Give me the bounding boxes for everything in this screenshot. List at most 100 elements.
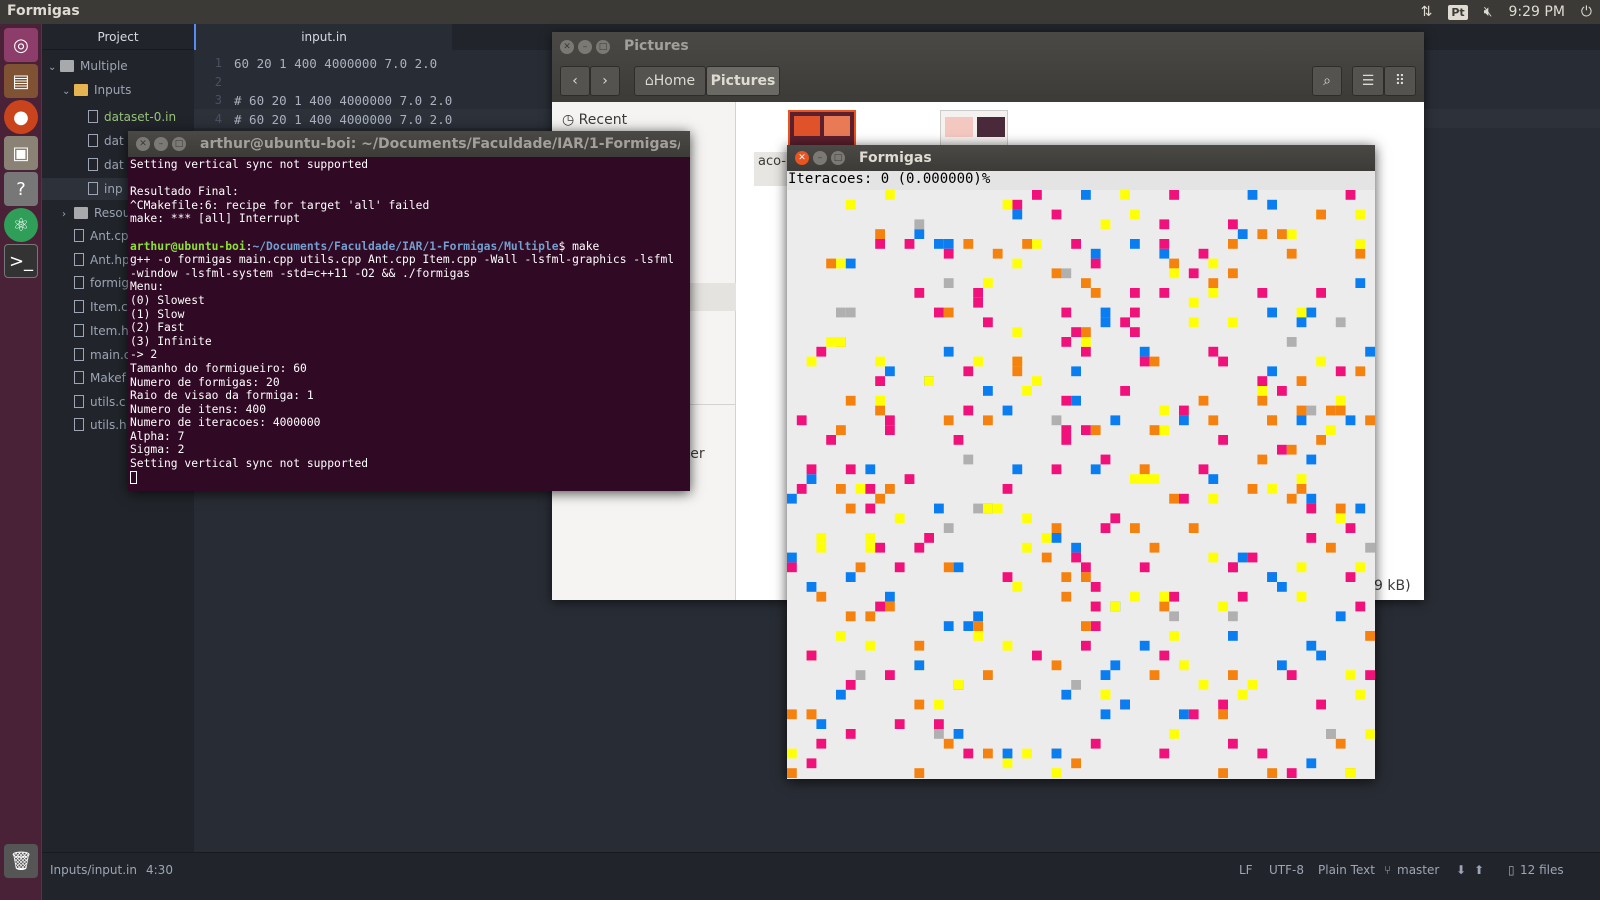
tree-item[interactable]: ⌄ Inputs <box>62 79 131 101</box>
terminal-titlebar[interactable]: ✕ – □ arthur@ubuntu-boi: ~/Documents/Fac… <box>128 131 690 157</box>
file-icon <box>74 300 84 313</box>
grid-item <box>1012 199 1023 210</box>
expand-arrow-icon[interactable]: ⌄ <box>48 57 60 79</box>
tree-item[interactable]: ⌄ Multiple <box>48 55 128 77</box>
forward-button[interactable]: › <box>590 66 620 96</box>
breadcrumb-pictures[interactable]: Pictures <box>706 66 780 96</box>
grid-item <box>1051 209 1062 220</box>
minimize-button[interactable]: – <box>154 137 168 151</box>
help-icon[interactable]: ? <box>4 172 38 206</box>
tree-item[interactable]: utils.c <box>62 391 126 413</box>
atom-editor-icon[interactable]: ⚛ <box>4 208 38 242</box>
grid-item <box>934 729 944 739</box>
grid-item <box>1365 729 1375 739</box>
tree-item[interactable]: dat <box>76 154 124 176</box>
code-line[interactable]: # 60 20 1 400 4000000 7.0 2.0 <box>234 93 452 108</box>
files-titlebar[interactable]: ✕ – □ Pictures ‹ › ⌂Home Pictures ⌕ ☰ ⠿ <box>552 32 1424 102</box>
grid-item <box>983 317 993 328</box>
grid-view-icon[interactable]: ⠿ <box>1384 66 1416 96</box>
grid-item <box>1326 425 1336 435</box>
line-ending[interactable]: LF <box>1239 863 1253 877</box>
network-icon[interactable]: ⇅ <box>1421 4 1433 20</box>
tree-item[interactable]: utils.h <box>62 414 127 436</box>
grid-item <box>1286 444 1297 455</box>
tree-item[interactable]: dataset-0.in <box>76 106 176 128</box>
back-button[interactable]: ‹ <box>560 66 590 96</box>
grid-item <box>806 464 817 475</box>
files-app-icon[interactable]: ▤ <box>4 64 38 98</box>
software-center-icon[interactable]: ▣ <box>4 136 38 170</box>
firefox-icon[interactable]: ● <box>4 100 38 134</box>
tree-header[interactable]: Project <box>42 24 194 50</box>
push-icon[interactable]: ⬆ <box>1474 863 1484 877</box>
terminal-output[interactable]: Setting vertical sync not supported Resu… <box>130 158 674 485</box>
cursor-position[interactable]: 4:30 <box>146 863 173 877</box>
minimize-button[interactable]: – <box>578 40 592 54</box>
list-view-icon[interactable]: ☰ <box>1352 66 1384 96</box>
keyboard-layout-indicator[interactable]: Pt <box>1448 4 1468 20</box>
tree-item[interactable]: formig <box>62 272 129 294</box>
clock[interactable]: 9:29 PM <box>1509 4 1565 20</box>
grid-item <box>1012 366 1023 377</box>
grid-item <box>1218 435 1228 445</box>
close-button[interactable]: ✕ <box>560 40 574 54</box>
trash-icon[interactable]: 🗑︎ <box>4 844 38 878</box>
grid-item <box>904 239 915 249</box>
grid-item <box>1130 209 1140 220</box>
grid-item <box>1296 405 1307 416</box>
tree-item[interactable]: dat <box>76 130 124 152</box>
grid-item <box>1012 356 1023 367</box>
close-button[interactable]: ✕ <box>136 137 150 151</box>
file-icon <box>74 276 84 289</box>
expand-arrow-icon[interactable]: ⌄ <box>62 81 74 103</box>
grid-item <box>953 680 964 690</box>
tab-input-in[interactable]: input.in <box>194 24 452 50</box>
code-line[interactable]: 60 20 1 400 4000000 7.0 2.0 <box>234 56 437 71</box>
grid-item <box>1335 611 1346 622</box>
grid-item <box>1345 523 1356 533</box>
grid-item <box>875 542 885 553</box>
formigas-titlebar[interactable]: ✕ – □ Formigas <box>787 145 1375 171</box>
thumbnail-label[interactable]: aco- <box>754 152 790 186</box>
grammar[interactable]: Plain Text <box>1318 863 1375 877</box>
minimize-button[interactable]: – <box>813 151 827 165</box>
grid-item <box>1237 591 1248 602</box>
maximize-button[interactable]: □ <box>831 151 845 165</box>
maximize-button[interactable]: □ <box>596 40 610 54</box>
close-button[interactable]: ✕ <box>795 151 809 165</box>
power-icon[interactable]: ⏻ <box>1581 4 1592 20</box>
volume-muted-icon[interactable]: 🔇︎ <box>1484 4 1493 20</box>
grid-item <box>1296 415 1307 426</box>
dash-home-icon[interactable]: ◎ <box>4 28 38 62</box>
tree-item[interactable]: Item.h <box>62 320 129 342</box>
code-line[interactable]: # 60 20 1 400 4000000 7.0 2.0 <box>234 112 452 127</box>
fetch-icon[interactable]: ⬇ <box>1456 863 1466 877</box>
maximize-button[interactable]: □ <box>172 137 186 151</box>
tree-item[interactable]: Item.c <box>62 296 128 318</box>
grid-item <box>1100 709 1111 720</box>
thumbnail[interactable] <box>940 110 1008 150</box>
tree-item[interactable]: › Resou <box>62 202 130 224</box>
terminal-window[interactable]: ✕ – □ arthur@ubuntu-boi: ~/Documents/Fac… <box>128 131 690 491</box>
grid-item <box>1345 572 1356 582</box>
breadcrumb-home[interactable]: ⌂Home <box>634 66 706 96</box>
sidebar-item-recent[interactable]: ◷ Recent <box>562 112 627 128</box>
tree-item[interactable]: Ant.cp <box>62 225 129 247</box>
expand-arrow-icon[interactable]: › <box>62 204 74 226</box>
search-icon[interactable]: ⌕ <box>1312 66 1342 96</box>
file-path[interactable]: Inputs/input.in <box>50 863 137 877</box>
file-count[interactable]: 12 files <box>1520 863 1564 877</box>
tree-item-label: Ant.hp <box>90 253 130 267</box>
grid-item <box>1061 268 1072 279</box>
terminal-icon[interactable]: >_ <box>4 244 38 278</box>
tree-item[interactable]: Ant.hp <box>62 249 130 271</box>
git-branch[interactable]: master <box>1397 863 1439 877</box>
tree-item[interactable]: main.c <box>62 344 130 366</box>
encoding[interactable]: UTF-8 <box>1269 863 1304 877</box>
grid-item <box>1032 650 1042 661</box>
tree-item[interactable]: Makef <box>62 367 126 389</box>
grid-item <box>1002 484 1013 494</box>
file-icon <box>74 395 84 408</box>
grid-item <box>875 376 885 386</box>
thumbnail-selected[interactable] <box>788 110 856 150</box>
